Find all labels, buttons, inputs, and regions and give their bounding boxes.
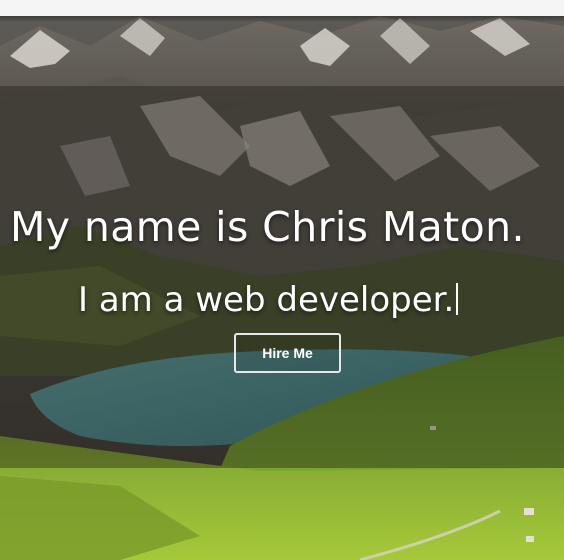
hire-me-button[interactable]: Hire Me: [234, 333, 341, 373]
hero-section: My name is Chris Maton. I am a web devel…: [0, 16, 564, 560]
top-bar-shadow: [0, 16, 564, 22]
hero-subheading: I am a web developer.: [78, 278, 459, 322]
top-bar: [0, 0, 564, 16]
hero-heading: My name is Chris Maton.: [10, 203, 525, 251]
hero-subheading-text: I am a web developer.: [78, 280, 455, 320]
hero-content: My name is Chris Maton. I am a web devel…: [0, 16, 564, 560]
viewport: My name is Chris Maton. I am a web devel…: [0, 0, 564, 560]
typing-cursor: [456, 283, 459, 315]
